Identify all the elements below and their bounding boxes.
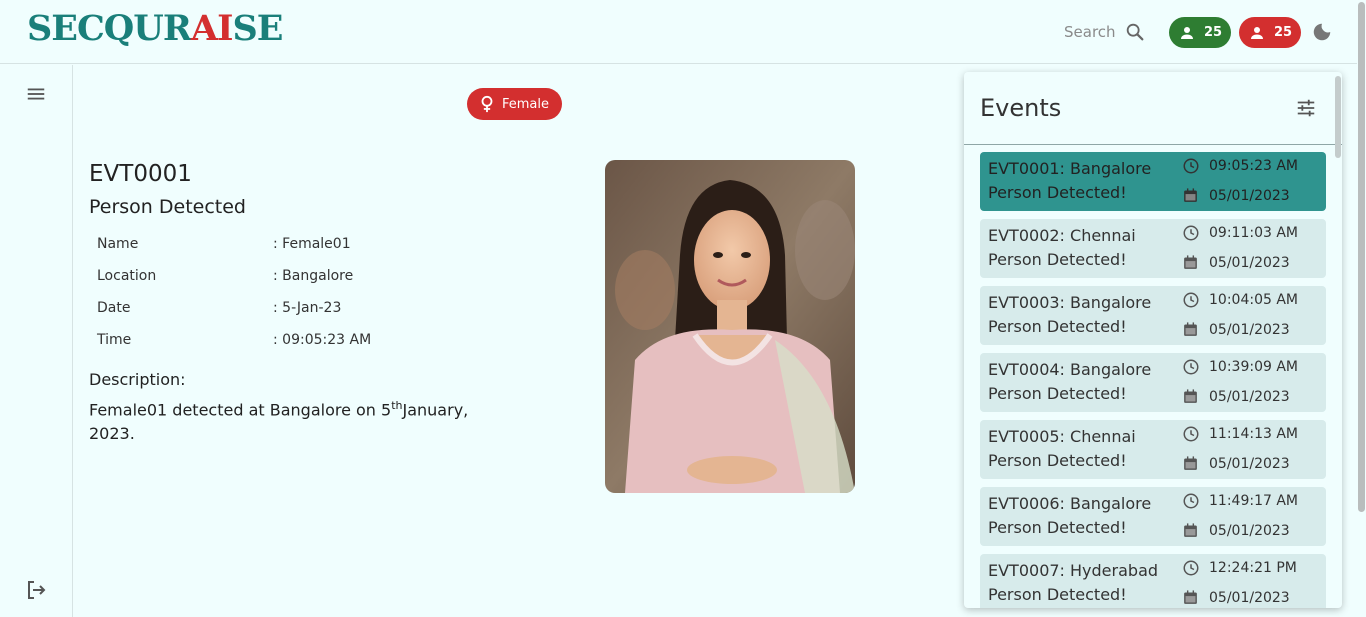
event-date: 05/01/2023	[1209, 523, 1290, 539]
event-subtitle: Person Detected!	[988, 585, 1127, 604]
clock-icon	[1183, 426, 1199, 442]
detail-row-location: Location : Bangalore	[97, 260, 417, 292]
logo-part-2: AI	[190, 8, 234, 49]
page-scrollbar-thumb[interactable]	[1358, 2, 1365, 512]
event-time: 11:49:17 AM	[1209, 493, 1298, 509]
detail-value: : Bangalore	[273, 268, 354, 284]
detail-label: Time	[97, 332, 132, 348]
event-time: 09:11:03 AM	[1209, 225, 1298, 241]
event-subtitle: Person Detected!	[988, 183, 1127, 202]
detail-label: Date	[97, 300, 131, 316]
events-scrollbar[interactable]	[1335, 76, 1341, 158]
event-card[interactable]: EVT0007: Hyderabad Person Detected! 12:2…	[980, 554, 1326, 608]
clock-icon	[1183, 560, 1199, 576]
page-scrollbar[interactable]	[1357, 0, 1366, 617]
events-panel: Events EVT0001: Bangalore Person Detecte…	[964, 72, 1342, 608]
gender-label: Female	[501, 96, 549, 112]
description-text: Female01 detected at Bangalore on 5thJan…	[89, 394, 489, 446]
event-card[interactable]: EVT0001: Bangalore Person Detected! 09:0…	[980, 152, 1326, 211]
events-list: EVT0001: Bangalore Person Detected! 09:0…	[980, 152, 1326, 608]
event-time: 10:39:09 AM	[1209, 359, 1298, 375]
gender-chip: Female	[467, 88, 562, 120]
event-subtitle: Person Detected!	[988, 451, 1127, 470]
event-card[interactable]: EVT0005: Chennai Person Detected! 11:14:…	[980, 420, 1326, 479]
description-label: Description:	[89, 370, 186, 389]
detail-label: Name	[97, 236, 139, 252]
calendar-icon	[1184, 456, 1197, 470]
detail-label: Location	[97, 268, 157, 284]
logo-part-1: SECQUR	[27, 8, 192, 49]
event-card[interactable]: EVT0004: Bangalore Person Detected! 10:3…	[980, 353, 1326, 412]
calendar-icon	[1184, 590, 1197, 604]
event-subtitle: Person Detected!	[988, 250, 1127, 269]
calendar-icon	[1184, 322, 1197, 336]
event-subtitle: Person Detected!	[988, 518, 1127, 537]
person-icon	[1250, 26, 1263, 39]
event-subtitle: Person Detected!	[988, 317, 1127, 336]
detail-row-name: Name : Female01	[97, 228, 417, 260]
event-title: EVT0006: Bangalore	[988, 494, 1152, 513]
detail-row-time: Time : 09:05:23 AM	[97, 324, 417, 356]
event-time: 10:04:05 AM	[1209, 292, 1298, 308]
event-date: 05/01/2023	[1209, 456, 1290, 472]
calendar-icon	[1184, 389, 1197, 403]
event-title: EVT0004: Bangalore	[988, 360, 1152, 379]
detail-value: : 09:05:23 AM	[273, 332, 372, 348]
clock-icon	[1183, 225, 1199, 241]
person-icon	[1180, 26, 1193, 39]
male-count-badge[interactable]: 25	[1169, 17, 1231, 48]
detail-value: : Female01	[273, 236, 351, 252]
calendar-icon	[1184, 523, 1197, 537]
search-label: Search	[1064, 23, 1116, 41]
menu-icon[interactable]	[25, 83, 47, 105]
description-sup: th	[391, 399, 403, 412]
event-title: EVT0001: Bangalore	[988, 159, 1152, 178]
event-subtitle: Person Detected!	[988, 384, 1127, 403]
clock-icon	[1183, 158, 1199, 174]
calendar-icon	[1184, 255, 1197, 269]
event-date: 05/01/2023	[1209, 255, 1290, 271]
filter-icon[interactable]	[1295, 97, 1317, 119]
male-count: 25	[1203, 25, 1223, 40]
search-icon[interactable]	[1124, 21, 1146, 43]
event-type-heading: Person Detected	[89, 196, 246, 218]
event-date: 05/01/2023	[1209, 389, 1290, 405]
event-title: EVT0007: Hyderabad	[988, 561, 1159, 580]
event-title: EVT0002: Chennai	[988, 226, 1136, 245]
clock-icon	[1183, 359, 1199, 375]
female-count-badge[interactable]: 25	[1239, 17, 1301, 48]
events-header: Events	[964, 72, 1342, 145]
description-pre: Female01 detected at Bangalore on 5	[89, 400, 392, 420]
calendar-icon	[1184, 188, 1197, 202]
event-date: 05/01/2023	[1209, 590, 1290, 606]
person-photo	[605, 160, 855, 493]
event-title: EVT0003: Bangalore	[988, 293, 1152, 312]
app-header: SECQURAISE Search 25 25	[0, 0, 1366, 64]
search-box[interactable]: Search	[1064, 18, 1146, 46]
clock-icon	[1183, 292, 1199, 308]
event-id-heading: EVT0001	[89, 161, 192, 187]
detail-value: : 5-Jan-23	[273, 300, 342, 316]
event-card[interactable]: EVT0002: Chennai Person Detected! 09:11:…	[980, 219, 1326, 278]
event-card[interactable]: EVT0003: Bangalore Person Detected! 10:0…	[980, 286, 1326, 345]
event-time: 11:14:13 AM	[1209, 426, 1298, 442]
side-rail	[0, 65, 73, 617]
event-details: Name : Female01 Location : Bangalore Dat…	[97, 228, 417, 356]
detail-row-date: Date : 5-Jan-23	[97, 292, 417, 324]
female-icon	[481, 95, 493, 113]
event-time: 09:05:23 AM	[1209, 158, 1298, 174]
event-title: EVT0005: Chennai	[988, 427, 1136, 446]
moon-icon[interactable]	[1311, 21, 1333, 43]
clock-icon	[1183, 493, 1199, 509]
logo-part-3: SE	[232, 8, 283, 49]
logout-icon[interactable]	[24, 578, 48, 602]
female-count: 25	[1273, 25, 1293, 40]
event-date: 05/01/2023	[1209, 188, 1290, 204]
event-card[interactable]: EVT0006: Bangalore Person Detected! 11:4…	[980, 487, 1326, 546]
app-logo[interactable]: SECQURAISE	[27, 8, 283, 50]
events-title: Events	[980, 94, 1062, 122]
event-time: 12:24:21 PM	[1209, 560, 1297, 576]
event-date: 05/01/2023	[1209, 322, 1290, 338]
